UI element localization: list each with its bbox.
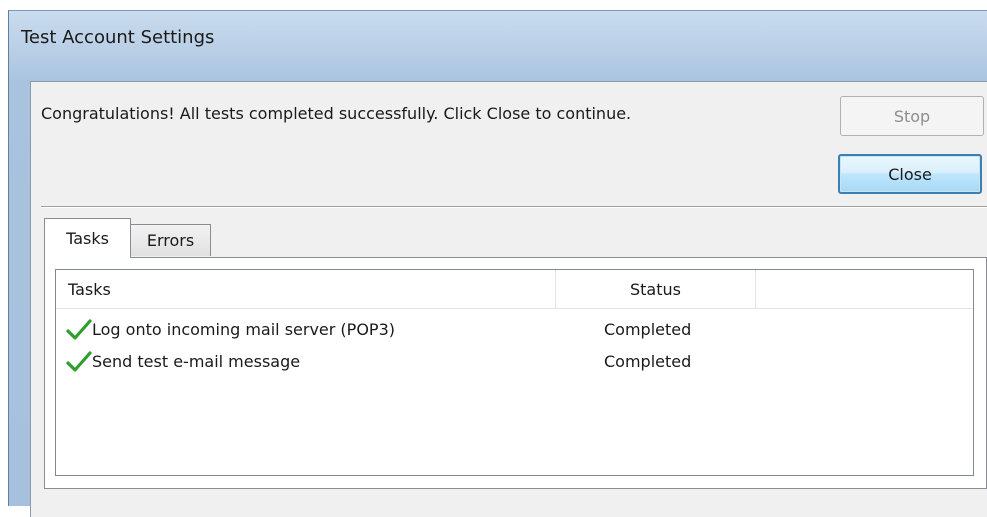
status-message: Congratulations! All tests completed suc… [41, 104, 632, 123]
dialog-client-area: Congratulations! All tests completed suc… [30, 81, 987, 517]
dialog-title: Test Account Settings [21, 27, 215, 48]
tasks-list[interactable]: Tasks Status Log onto incoming mail serv… [55, 269, 974, 476]
dialog-window: Test Account Settings Congratulations! A… [8, 10, 987, 517]
table-row[interactable]: Send test e-mail message Completed [56, 348, 973, 378]
task-name: Log onto incoming mail server (POP3) [92, 320, 395, 339]
checkmark-icon [66, 351, 92, 372]
column-header-empty[interactable] [756, 270, 973, 308]
task-status: Completed [604, 352, 692, 371]
table-row[interactable]: Log onto incoming mail server (POP3) Com… [56, 316, 973, 346]
tasks-tab-panel: Tasks Status Log onto incoming mail serv… [44, 257, 987, 489]
separator [41, 206, 987, 208]
checkmark-icon [66, 319, 92, 340]
stop-button[interactable]: Stop [840, 96, 984, 136]
tab-tasks[interactable]: Tasks [44, 218, 131, 258]
column-header-status[interactable]: Status [556, 270, 756, 308]
task-name: Send test e-mail message [92, 352, 301, 371]
task-status: Completed [604, 320, 692, 339]
list-header: Tasks Status [56, 270, 973, 309]
close-button[interactable]: Close [838, 154, 982, 194]
tab-errors[interactable]: Errors [131, 224, 211, 256]
column-header-tasks[interactable]: Tasks [56, 270, 556, 308]
